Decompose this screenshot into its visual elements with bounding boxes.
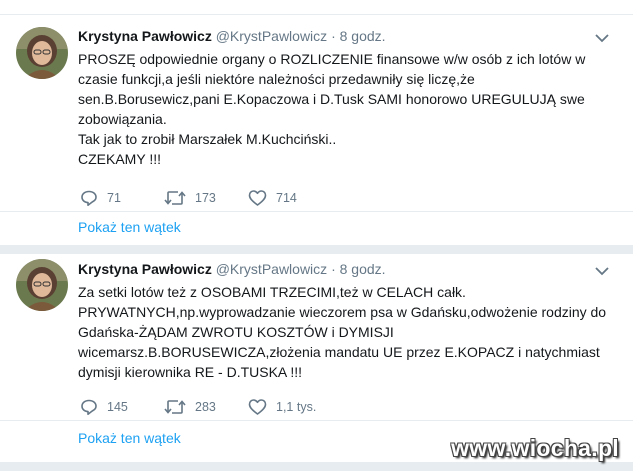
avatar[interactable] <box>16 259 68 311</box>
like-button[interactable]: 1,1 tys. <box>248 398 316 416</box>
tweet-header: Krystyna Pawłowicz @KrystPawlowicz · 8 g… <box>78 28 386 44</box>
tweet-text-line: zobowiązania. <box>78 111 167 127</box>
watermark: www.wiocha.pl <box>451 435 619 461</box>
tweet-text-line: dymisji kierownika RE - D.TUSKA !!! <box>78 364 303 380</box>
chevron-down-icon[interactable] <box>595 266 609 276</box>
like-button[interactable]: 714 <box>248 189 297 207</box>
divider <box>0 211 633 212</box>
tweet-text: PROSZĘ odpowiednie organy o ROZLICZENIE … <box>78 49 608 169</box>
reply-icon <box>81 399 97 415</box>
separator-dot: · <box>331 28 336 44</box>
reply-button[interactable]: 145 <box>80 398 128 416</box>
author-name[interactable]: Krystyna Pawłowicz <box>78 28 212 44</box>
avatar-image <box>16 27 68 79</box>
retweet-count: 283 <box>195 400 216 414</box>
tweet-text-line: PROSZĘ odpowiednie organy o ROZLICZENIE … <box>78 51 586 67</box>
avatar-image <box>16 259 68 311</box>
tweet-text-line: Gdańska-ŻĄDAM ZWROTU KOSZTÓW i DYMISJI <box>78 324 394 340</box>
reply-count: 71 <box>107 191 121 205</box>
timeline-top-edge <box>0 0 633 15</box>
tweet-text-line: Za setki lotów też z OSOBAMI TRZECIMI,te… <box>78 284 466 300</box>
like-icon <box>248 399 267 415</box>
tweet-text-line: czasie funkcji,a jeśli niektóre należnoś… <box>78 71 475 87</box>
tweet-text-line: CZEKAMY !!! <box>78 151 161 167</box>
like-count: 1,1 tys. <box>276 400 317 414</box>
tweet-text-line: PRYWATNYCH,np.wyprowadzanie wieczorem ps… <box>78 304 607 320</box>
tweet-text-line: Tak jak to zrobił Marszałek M.Kuchciński… <box>78 131 337 147</box>
retweet-button[interactable]: 283 <box>164 398 216 416</box>
chevron-down-icon[interactable] <box>595 33 609 43</box>
divider <box>0 420 633 421</box>
show-thread-link[interactable]: Pokaż ten wątek <box>78 430 181 446</box>
tweet-text: Za setki lotów też z OSOBAMI TRZECIMI,te… <box>78 282 608 382</box>
tweet-header: Krystyna Pawłowicz @KrystPawlowicz · 8 g… <box>78 261 386 277</box>
avatar[interactable] <box>16 27 68 79</box>
tweet-timestamp[interactable]: 8 godz. <box>340 261 386 277</box>
author-handle[interactable]: @KrystPawlowicz <box>216 261 327 277</box>
reply-count: 145 <box>107 400 128 414</box>
tweet-text-line: sen.B.Borusewicz,pani E.Kopaczowa i D.Tu… <box>78 91 585 107</box>
like-count: 714 <box>276 191 297 205</box>
tweet[interactable]: Krystyna Pawłowicz @KrystPawlowicz · 8 g… <box>0 15 633 251</box>
retweet-count: 173 <box>195 191 216 205</box>
separator-dot: · <box>331 261 336 277</box>
author-name[interactable]: Krystyna Pawłowicz <box>78 261 212 277</box>
like-icon <box>248 190 267 206</box>
show-thread-link[interactable]: Pokaż ten wątek <box>78 219 181 235</box>
tweet-separator <box>0 245 633 254</box>
tweet-separator <box>0 462 633 471</box>
tweet-timestamp[interactable]: 8 godz. <box>340 28 386 44</box>
reply-button[interactable]: 71 <box>80 189 121 207</box>
tweet-text-line: wicemarsz.B.BORUSEWICZA,złożenia mandatu… <box>78 344 600 360</box>
retweet-button[interactable]: 173 <box>164 189 216 207</box>
reply-icon <box>81 190 97 206</box>
author-handle[interactable]: @KrystPawlowicz <box>216 28 327 44</box>
retweet-icon <box>164 191 186 205</box>
retweet-icon <box>164 400 186 414</box>
tweet[interactable]: Krystyna Pawłowicz @KrystPawlowicz · 8 g… <box>0 254 633 459</box>
